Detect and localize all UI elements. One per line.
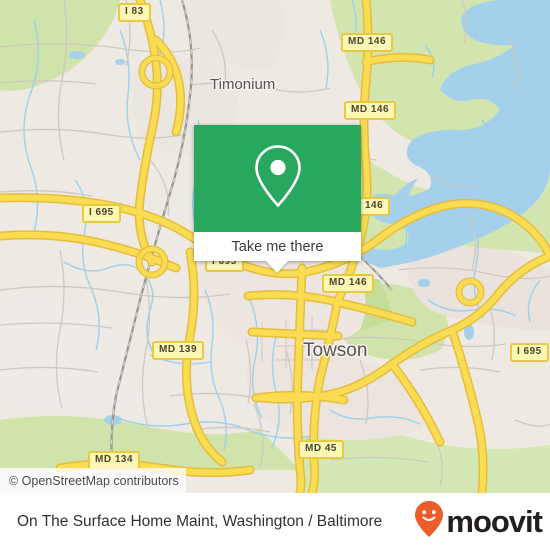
card-pointer-tail [266,261,288,273]
road-shield-md146-upper: MD 146 [344,101,397,120]
road-shield-i695-east: I 695 [510,343,549,362]
road-shield-md45: MD 45 [298,440,344,459]
moovit-wordmark: moovit [446,504,543,539]
place-label-towson: Towson [303,340,368,361]
footer-bar: On The Surface Home Maint, Washington / … [0,493,550,550]
moovit-brand[interactable]: moovit [414,500,543,543]
page-title: On The Surface Home Maint, Washington / … [17,512,383,530]
map-canvas[interactable]: Timonium Towson I 83 MD 146 MD 146 I 695… [0,0,550,493]
road-shield-md146-towson: MD 146 [322,274,375,293]
osm-attribution-text: © OpenStreetMap contributors [9,473,179,488]
road-shield-i695-west: I 695 [82,204,121,223]
map-pin-icon [250,142,306,215]
road-shield-md146-north: MD 146 [341,33,394,52]
take-me-there-card[interactable]: Take me there [194,125,361,261]
card-action-area[interactable]: Take me there [194,232,361,261]
road-shield-146-mid: 146 [358,197,391,216]
place-label-timonium: Timonium [210,76,276,93]
moovit-smiley-pin-icon [414,500,444,543]
screenshot-root: Timonium Towson I 83 MD 146 MD 146 I 695… [0,0,550,550]
card-icon-area [194,125,361,232]
road-shield-i83: I 83 [118,3,151,22]
road-shield-md139: MD 139 [152,341,205,360]
take-me-there-label: Take me there [231,238,324,255]
osm-attribution[interactable]: © OpenStreetMap contributors [0,468,186,493]
